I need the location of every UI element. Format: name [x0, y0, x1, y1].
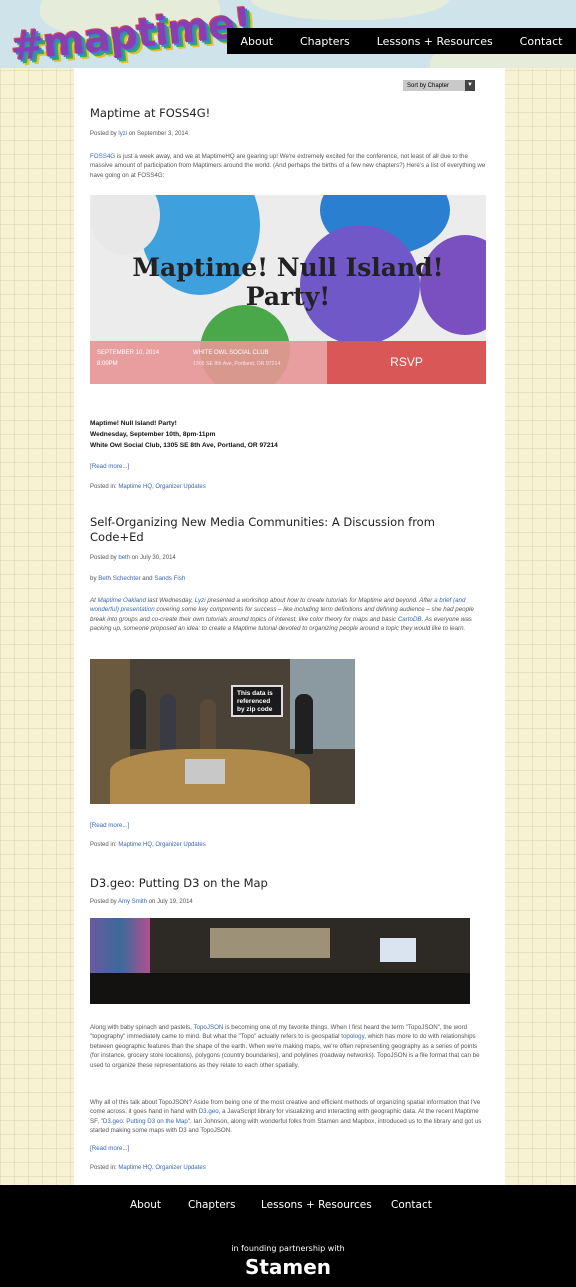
event-details: Maptime! Null Island! Party! Wednesday, …	[90, 418, 486, 451]
nav-lessons-resources[interactable]: Lessons + Resources	[377, 35, 493, 48]
categories-prefix: Posted in:	[90, 484, 119, 490]
author-link[interactable]: Amy Smith	[118, 899, 147, 905]
topology-link[interactable]: topology	[341, 1033, 364, 1040]
lyzi-link[interactable]: Lyzi	[195, 597, 206, 604]
post-body: At Maptime Oakland last Wednesday, Lyzi …	[90, 596, 486, 634]
footer-nav-chapters[interactable]: Chapters	[188, 1199, 235, 1211]
light-shape	[210, 928, 330, 958]
banner-title: Maptime! Null Island! Party!	[132, 253, 444, 311]
meta-date: on July 30, 2014	[130, 555, 176, 561]
event-time: 8:00PM	[97, 361, 118, 367]
person-shape	[130, 689, 146, 749]
byline-and: and	[140, 575, 155, 582]
body-text: last Wednesday,	[146, 597, 195, 604]
meta-prefix: Posted by	[90, 899, 119, 905]
event-date: SEPTEMBER 10, 2014	[97, 350, 160, 356]
footer-nav-lessons-resources[interactable]: Lessons + Resources	[261, 1199, 372, 1211]
post-categories: Posted in: Maptime HQ, Organizer Updates	[90, 842, 206, 848]
post-meta: Posted by beth on July 30, 2014	[90, 555, 176, 561]
author-link-beth[interactable]: Beth Schechter	[98, 575, 140, 582]
read-more-link[interactable]: [Read more...]	[90, 1145, 129, 1152]
post-title[interactable]: D3.geo: Putting D3 on the Map	[90, 876, 268, 891]
meta-date: on September 3, 2014	[127, 131, 189, 137]
detail-line: White Owl Social Club, 1305 SE 8th Ave, …	[90, 442, 278, 449]
person-shape	[160, 694, 176, 749]
rsvp-button[interactable]: RSVP	[327, 341, 486, 384]
meta-date: on July 19, 2014	[147, 899, 193, 905]
intro-text: is just a week away, and we at MaptimeHQ…	[90, 153, 486, 179]
projector-screen: This data is referenced by zip code	[231, 685, 283, 717]
author-link[interactable]: beth	[118, 555, 130, 561]
event-info: SEPTEMBER 10, 2014 8:00PM WHITE OWL SOCI…	[90, 341, 327, 384]
workshop-photo[interactable]: This data is referenced by zip code	[90, 659, 355, 804]
author-link-sands[interactable]: Sands Fish	[154, 575, 185, 582]
body-text: Along with baby spinach and pastels,	[90, 1024, 194, 1031]
footer-nav-contact[interactable]: Contact	[391, 1199, 432, 1211]
sort-label: Sort by Chapter	[407, 82, 450, 89]
dropdown-arrow-icon: ▼	[465, 80, 475, 91]
event-address: 1305 SE 8th Ave, Portland, OR 97214	[193, 361, 281, 367]
partnership-text: in founding partnership with	[231, 1244, 345, 1253]
categories-prefix: Posted in:	[90, 1165, 119, 1171]
event-venue: WHITE OWL SOCIAL CLUB	[193, 350, 269, 356]
post-body: Along with baby spinach and pastels, Top…	[90, 1023, 486, 1070]
post-meta: Posted by Amy Smith on July 19, 2014	[90, 899, 193, 905]
d3geo-link[interactable]: D3.geo	[199, 1108, 219, 1115]
post-meta: Posted by lyzi on September 3, 2014	[90, 131, 188, 137]
post-intro: FOSS4G is just a week away, and we at Ma…	[90, 152, 486, 180]
categories-prefix: Posted in:	[90, 842, 119, 848]
post-byline: by Beth Schechter and Sands Fish	[90, 574, 486, 583]
top-nav: About Chapters Lessons + Resources Conta…	[227, 28, 576, 54]
detail-line: Wednesday, September 10th, 8pm-11pm	[90, 431, 216, 438]
post-categories: Posted in: Maptime HQ, Organizer Updates	[90, 484, 206, 490]
crowd-shape	[90, 973, 470, 1004]
post-body: Why all of this talk about TopoJSON? Asi…	[90, 1098, 486, 1136]
foss4g-link[interactable]: FOSS4G	[90, 153, 115, 160]
map-land-shape	[250, 0, 450, 20]
site-footer: About Chapters Lessons + Resources Conta…	[0, 1185, 576, 1287]
footer-nav: About Chapters Lessons + Resources Conta…	[0, 1199, 576, 1215]
person-shape	[295, 694, 313, 754]
d3geo-event-link[interactable]: D3.geo: Putting D3 on the Map	[103, 1118, 188, 1125]
party-banner-image[interactable]: Maptime! Null Island! Party! SEPTEMBER 1…	[90, 195, 486, 384]
post-title[interactable]: Maptime at FOSS4G!	[90, 106, 210, 121]
body-text: At	[90, 597, 98, 604]
banner-info-strip: SEPTEMBER 10, 2014 8:00PM WHITE OWL SOCI…	[90, 341, 486, 384]
author-link[interactable]: lyzi	[118, 131, 127, 137]
read-more-link[interactable]: [Read more...]	[90, 463, 129, 470]
sort-by-chapter-select[interactable]: Sort by Chapter ▼	[403, 80, 475, 91]
post-categories: Posted in: Maptime HQ, Organizer Updates	[90, 1165, 206, 1171]
detail-line: Maptime! Null Island! Party!	[90, 420, 177, 427]
meta-prefix: Posted by	[90, 555, 119, 561]
category-links[interactable]: Maptime HQ, Organizer Updates	[118, 1165, 205, 1171]
read-more-link[interactable]: [Read more...]	[90, 822, 129, 829]
maptime-oakland-link[interactable]: Maptime Oakland	[98, 597, 147, 604]
body-text: presented a workshop about how to create…	[205, 597, 435, 604]
footer-nav-about[interactable]: About	[130, 1199, 161, 1211]
category-links[interactable]: Maptime HQ, Organizer Updates	[118, 484, 205, 490]
category-links[interactable]: Maptime HQ, Organizer Updates	[118, 842, 205, 848]
screen-shape	[380, 938, 416, 962]
topojson-link[interactable]: TopoJSON	[193, 1024, 223, 1031]
stamen-logo[interactable]: Stamen	[0, 1255, 576, 1279]
laptop-shape	[185, 759, 225, 784]
post-title[interactable]: Self-Organizing New Media Communities: A…	[90, 515, 450, 545]
d3-event-photo[interactable]	[90, 918, 470, 1004]
cartodb-link[interactable]: CartoDB	[398, 616, 422, 623]
meta-prefix: Posted by	[90, 131, 119, 137]
nav-contact[interactable]: Contact	[520, 35, 563, 48]
site-header: #maptime! About Chapters Lessons + Resou…	[0, 0, 576, 68]
nav-about[interactable]: About	[240, 35, 273, 48]
person-shape	[200, 699, 216, 749]
nav-chapters[interactable]: Chapters	[300, 35, 350, 48]
